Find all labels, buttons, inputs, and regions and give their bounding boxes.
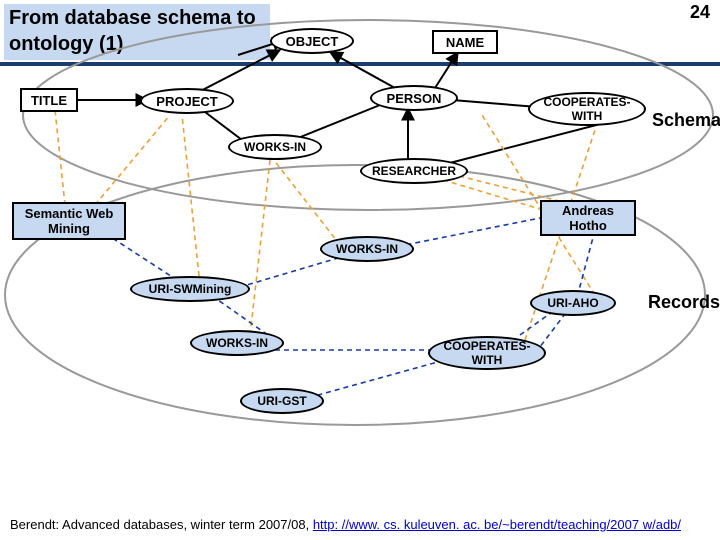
footer-text: Berendt: Advanced databases, winter term… [10, 517, 313, 532]
diagram-lines [0, 0, 720, 540]
diagram-canvas: From database schema to ontology (1) 24 [0, 0, 720, 540]
footer: Berendt: Advanced databases, winter term… [10, 517, 681, 532]
node-title: TITLE [20, 88, 78, 112]
label-schema: Schema [652, 110, 720, 131]
node-works-in-3: WORKS-IN [190, 330, 284, 356]
label-records: Records [648, 292, 720, 313]
page-number: 24 [690, 2, 710, 23]
node-andreas-hotho: Andreas Hotho [540, 200, 636, 236]
node-cooperates-with-2: COOPERATES-WITH [428, 336, 546, 370]
slide-title: From database schema to ontology (1) [4, 4, 270, 60]
node-cooperates-with-1: COOPERATES-WITH [528, 92, 646, 126]
footer-link[interactable]: http: //www. cs. kuleuven. ac. be/~beren… [313, 517, 681, 532]
node-person: PERSON [370, 85, 458, 111]
node-object: OBJECT [270, 28, 354, 54]
node-project: PROJECT [140, 88, 234, 114]
node-semantic-web-mining: Semantic Web Mining [12, 202, 126, 240]
node-works-in-2: WORKS-IN [320, 236, 414, 262]
header-rule [0, 62, 720, 66]
node-uri-gst: URI-GST [240, 388, 324, 414]
slide-title-text: From database schema to ontology (1) [9, 7, 256, 55]
node-name: NAME [432, 30, 498, 54]
node-researcher: RESEARCHER [360, 158, 468, 184]
node-uri-swmining: URI-SWMining [130, 276, 250, 302]
node-uri-aho: URI-AHO [530, 290, 616, 316]
node-works-in-1: WORKS-IN [228, 134, 322, 160]
